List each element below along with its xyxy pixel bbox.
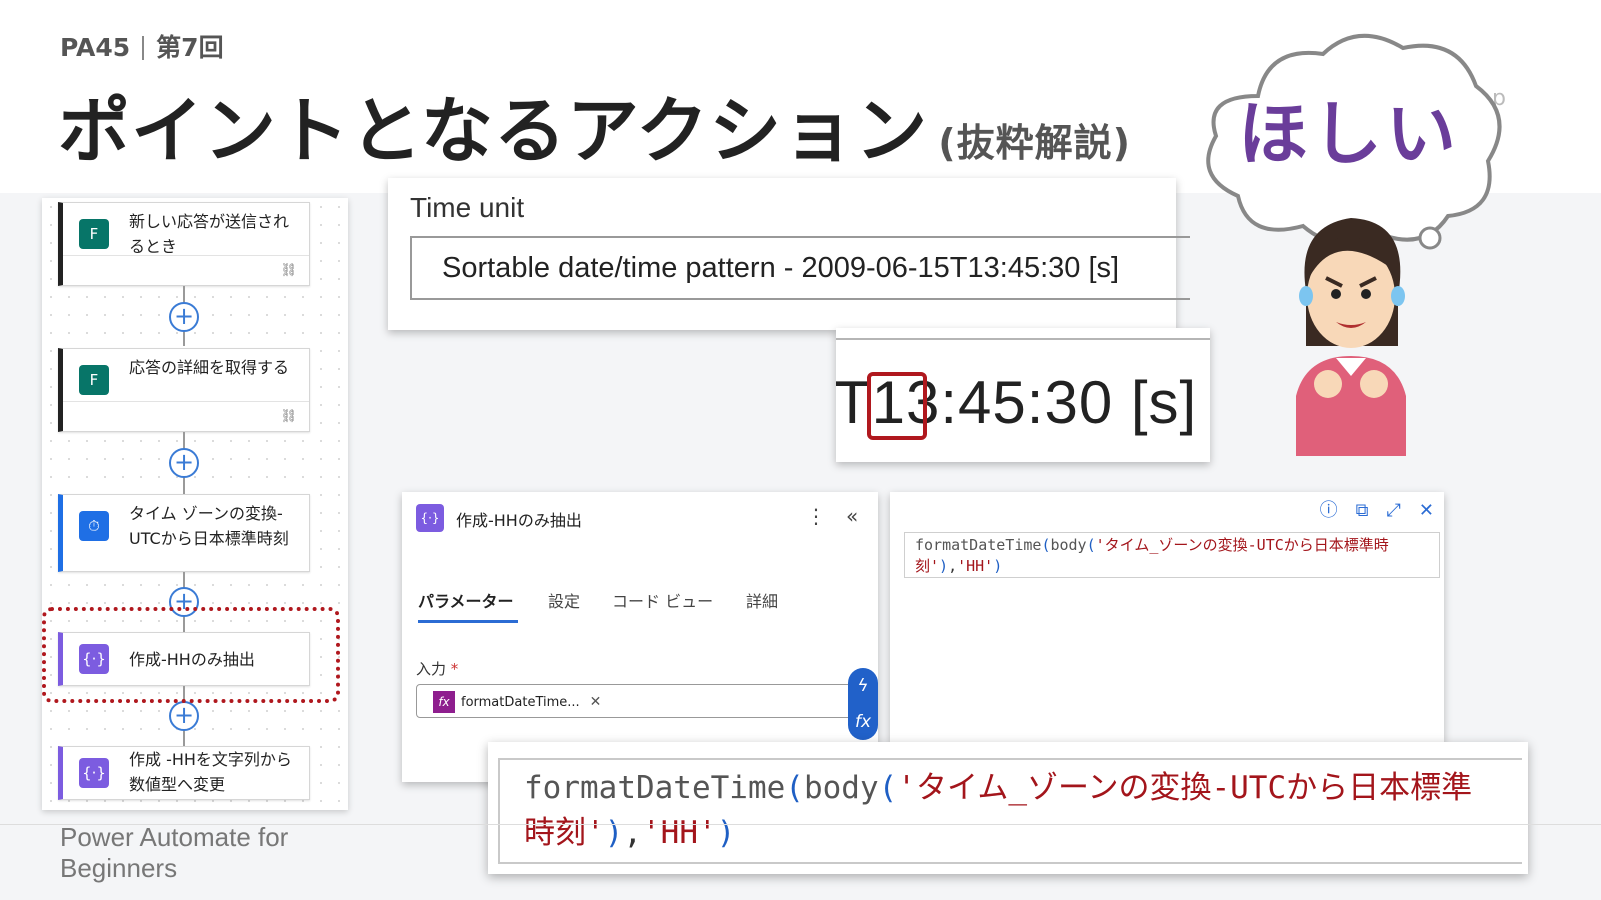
tab-parameters[interactable]: パラメーター bbox=[418, 588, 514, 612]
time-unit-panel: Time unit Sortable date/time pattern - 2… bbox=[388, 178, 1190, 330]
flow-step-compose-to-number[interactable]: {·} 作成 -HHを文字列から数値型へ変更 bbox=[58, 746, 310, 800]
expression-toolbar: ⓘ ⧉ ⤢ ✕ bbox=[1302, 496, 1434, 522]
tab-settings[interactable]: 設定 bbox=[548, 588, 580, 612]
link-icon: ⛓ bbox=[280, 409, 297, 424]
flow-step-label: 新しい応答が送信されるとき bbox=[129, 212, 290, 256]
compose-panel-title: 作成-HHのみ抽出 bbox=[456, 511, 582, 530]
copy-icon[interactable]: ⧉ bbox=[1356, 500, 1369, 521]
cloud-text: ほしい bbox=[1238, 93, 1460, 175]
active-tab-indicator bbox=[418, 620, 518, 623]
slide-title: ポイントとなるアクション (抜粋解説) bbox=[58, 72, 1131, 177]
expand-icon[interactable]: ⤢ bbox=[1387, 500, 1401, 521]
microsoft-forms-icon: F bbox=[79, 365, 109, 395]
dynamic-content-buttons: ϟ fx bbox=[848, 668, 878, 740]
expression-editor-panel: ⓘ ⧉ ⤢ ✕ formatDateTime(body('タイム_ゾーンの変換-UTC… bbox=[890, 492, 1444, 742]
info-icon[interactable]: ⓘ bbox=[1320, 500, 1338, 521]
title-subtitle: (抜粋解説) bbox=[938, 121, 1131, 165]
expression-zoom-text: formatDateTime(body('タイム_ゾーンの変換-UTCから日本標… bbox=[524, 770, 1473, 851]
flow-step-convert-time-zone[interactable]: ⏱ タイム ゾーンの変換-UTCから日本標準時刻 bbox=[58, 494, 310, 572]
remove-token-icon[interactable]: ✕ bbox=[590, 694, 602, 710]
tab-details[interactable]: 詳細 bbox=[746, 588, 778, 612]
tag-separator bbox=[142, 36, 145, 60]
flow-step-get-response[interactable]: F 応答の詳細を取得する ⛓ bbox=[58, 348, 310, 432]
title-main: ポイントとなるアクション bbox=[58, 89, 929, 173]
time-unit-select[interactable]: Sortable date/time pattern - 2009-06-15T… bbox=[410, 236, 1190, 300]
add-step-button[interactable]: + bbox=[169, 302, 199, 332]
expr-paren: ) bbox=[939, 557, 949, 575]
course-code: PA45 bbox=[60, 33, 131, 62]
link-icon: ⛓ bbox=[280, 263, 297, 278]
flow-step-label: 応答の詳細を取得する bbox=[129, 358, 290, 377]
expression-fx-icon[interactable]: fx bbox=[848, 704, 878, 740]
expr-function-name: formatDateTime bbox=[915, 536, 1042, 554]
time-unit-label: Time unit bbox=[410, 192, 525, 223]
expr-format-string: 'HH' bbox=[642, 815, 717, 851]
collapse-panel-icon[interactable]: « bbox=[846, 504, 858, 528]
expr-body-function: body bbox=[1050, 536, 1087, 554]
expr-paren: ) bbox=[716, 815, 736, 851]
expression-zoom-panel: formatDateTime(body('タイム_ゾーンの変換-UTCから日本標… bbox=[488, 742, 1528, 874]
expr-format-string: 'HH' bbox=[957, 557, 994, 575]
card-divider bbox=[63, 401, 309, 402]
compose-icon: {·} bbox=[79, 758, 109, 788]
expression-zoom-box: formatDateTime(body('タイム_ゾーンの変換-UTCから日本標… bbox=[498, 758, 1522, 864]
compose-input-field[interactable]: fx formatDateTime... ✕ bbox=[416, 684, 856, 718]
card-divider bbox=[63, 255, 309, 256]
time-unit-value: Sortable date/time pattern - 2009-06-15T… bbox=[442, 252, 1120, 284]
more-options-icon[interactable]: ⋮ bbox=[806, 504, 826, 528]
function-fx-icon: fx bbox=[433, 691, 455, 713]
session-number: 第7回 bbox=[156, 33, 224, 62]
footer-course-name: Power Automate for Beginners bbox=[60, 822, 360, 884]
determined-woman-illustration bbox=[1296, 218, 1406, 456]
expression-token[interactable]: fx formatDateTime... ✕ bbox=[433, 691, 601, 713]
microsoft-forms-icon: F bbox=[79, 219, 109, 249]
expression-token-text: formatDateTime... bbox=[461, 694, 580, 710]
expr-paren: ) bbox=[604, 815, 624, 851]
time-format-zoom: T13:45:30 [s] bbox=[836, 328, 1210, 462]
flow-step-label: タイム ゾーンの変換-UTCから日本標準時刻 bbox=[129, 504, 289, 548]
expr-function-name: formatDateTime bbox=[524, 770, 786, 806]
compose-icon: {·} bbox=[416, 504, 444, 532]
tab-code-view[interactable]: コード ビュー bbox=[612, 588, 713, 612]
add-step-button[interactable]: + bbox=[169, 448, 199, 478]
expression-input[interactable]: formatDateTime(body('タイム_ゾーンの変換-UTCから日本標… bbox=[904, 532, 1440, 578]
flow-step-trigger[interactable]: F 新しい応答が送信されるとき ⛓ bbox=[58, 202, 310, 286]
highlight-dotted-frame bbox=[42, 607, 340, 703]
clock-icon: ⏱ bbox=[79, 511, 109, 541]
expr-paren: ( bbox=[785, 770, 804, 806]
flow-designer-panel: F 新しい応答が送信されるとき ⛓ + F 応答の詳細を取得する ⛓ + ⏱ タ… bbox=[42, 198, 348, 810]
hour-highlight-box bbox=[867, 372, 927, 440]
slide-tag: PA45 第7回 bbox=[60, 28, 224, 64]
footer-line-2: Beginners bbox=[60, 853, 178, 883]
dynamic-content-icon[interactable]: ϟ bbox=[848, 668, 878, 704]
input-label-text: 入力 bbox=[416, 660, 447, 678]
required-mark: * bbox=[450, 660, 459, 678]
expression-text: formatDateTime(body('タイム_ゾーンの変換-UTCから日本標… bbox=[915, 536, 1389, 575]
close-icon[interactable]: ✕ bbox=[1419, 500, 1434, 521]
flow-step-label: 作成 -HHを文字列から数値型へ変更 bbox=[129, 750, 292, 794]
footer-line-1: Power Automate for bbox=[60, 822, 289, 852]
expr-paren: ) bbox=[993, 557, 1003, 575]
expr-paren: ( bbox=[878, 770, 898, 806]
add-step-button[interactable]: + bbox=[169, 701, 199, 731]
input-field-label: 入力 * bbox=[416, 658, 458, 679]
compose-action-panel: {·} 作成-HHのみ抽出 ⋮ « パラメーター 設定 コード ビュー 詳細 入… bbox=[402, 492, 878, 782]
expr-paren: ( bbox=[1086, 536, 1096, 554]
zoom-border-line bbox=[836, 338, 1210, 340]
expr-body-function: body bbox=[803, 770, 879, 806]
